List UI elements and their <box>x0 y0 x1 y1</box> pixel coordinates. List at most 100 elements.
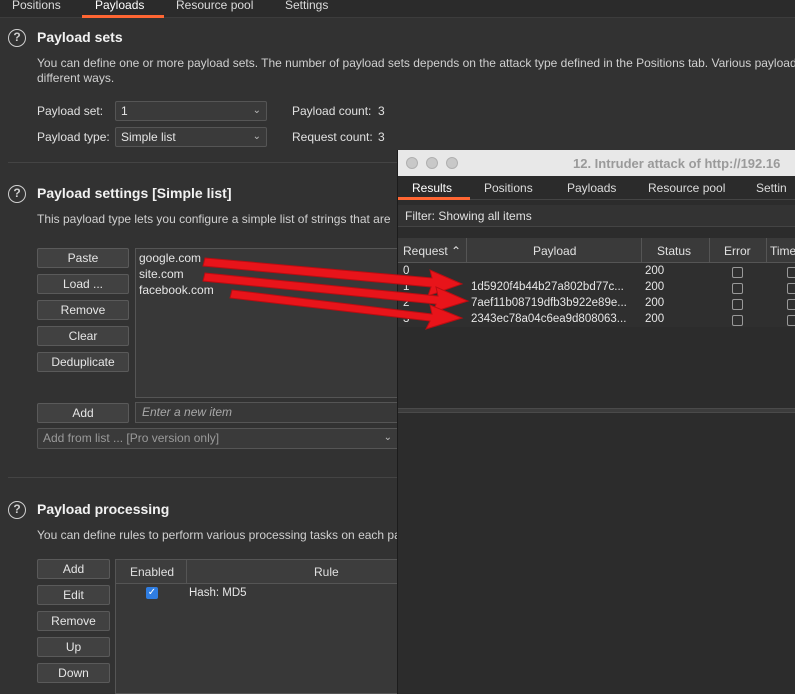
help-icon[interactable]: ? <box>8 29 26 47</box>
status-cell: 200 <box>645 265 665 277</box>
payload-cell: 2343ec78a04c6ea9d808063... <box>471 313 627 325</box>
section-divider <box>8 477 398 478</box>
add-from-list-label: Add from list ... [Pro version only] <box>43 431 220 445</box>
enabled-checkbox[interactable]: ✓ <box>146 587 158 599</box>
payload-set-value: 1 <box>121 104 128 118</box>
payload-cell: 1d5920f4b44b27a802bd77c... <box>471 281 624 293</box>
status-cell: 200 <box>645 297 665 309</box>
column-payload[interactable]: Payload <box>533 244 576 258</box>
attack-tab-bar: Results Positions Payloads Resource pool… <box>398 176 795 200</box>
error-checkbox <box>732 267 743 278</box>
error-checkbox <box>732 283 743 294</box>
payload-settings-description: This payload type lets you configure a s… <box>37 212 391 226</box>
table-row[interactable]: ✓ Hash: MD5 <box>116 585 404 603</box>
payload-sets-description-cont: different ways. <box>37 71 115 85</box>
payload-count-label: Payload count: <box>292 104 372 118</box>
tab-payloads[interactable]: Payloads <box>567 181 616 195</box>
remove-rule-button[interactable]: Remove <box>37 611 110 631</box>
window-title-bar[interactable]: 12. Intruder attack of http://192.16 <box>398 150 795 176</box>
column-enabled[interactable]: Enabled <box>130 565 174 579</box>
window-title: 12. Intruder attack of http://192.16 <box>573 156 781 171</box>
payload-count-value: 3 <box>378 104 385 118</box>
edit-rule-button[interactable]: Edit <box>37 585 110 605</box>
request-count-value: 3 <box>378 130 385 144</box>
filter-bar[interactable]: Filter: Showing all items <box>398 205 795 227</box>
new-item-placeholder: Enter a new item <box>142 405 233 419</box>
active-tab-indicator <box>398 197 470 200</box>
split-pane-divider[interactable] <box>398 408 795 413</box>
tab-results[interactable]: Results <box>412 181 452 195</box>
error-checkbox <box>732 315 743 326</box>
list-item[interactable]: facebook.com <box>139 283 214 297</box>
payload-cell: 7aef11b08719dfb3b922e89e... <box>471 297 627 309</box>
payload-sets-title: Payload sets <box>37 29 123 45</box>
results-table-body: 0 200 1 1d5920f4b44b27a802bd77c... 200 2… <box>398 263 795 327</box>
sort-asc-icon: ⌃ <box>451 244 462 258</box>
load-button[interactable]: Load ... <box>37 274 129 294</box>
table-row[interactable]: 0 200 <box>398 264 795 280</box>
deduplicate-button[interactable]: Deduplicate <box>37 352 129 372</box>
request-cell: 1 <box>403 281 410 293</box>
chevron-down-icon: ⌄ <box>383 432 392 443</box>
clear-button[interactable]: Clear <box>37 326 129 346</box>
add-item-button[interactable]: Add <box>37 403 129 423</box>
time-checkbox <box>787 299 795 310</box>
table-row[interactable]: 3 2343ec78a04c6ea9d808063... 200 <box>398 312 795 328</box>
maximize-window-button[interactable] <box>446 157 458 169</box>
active-tab-indicator <box>82 15 164 18</box>
request-count-label: Request count: <box>292 130 373 144</box>
payload-type-value: Simple list <box>121 130 176 144</box>
tab-settings[interactable]: Settin <box>756 181 787 195</box>
tab-positions[interactable]: Positions <box>484 181 533 195</box>
down-button[interactable]: Down <box>37 663 110 683</box>
close-window-button[interactable] <box>406 157 418 169</box>
payload-set-select[interactable]: 1 ⌄ <box>115 101 267 121</box>
payload-type-label: Payload type: <box>37 130 110 144</box>
paste-button[interactable]: Paste <box>37 248 129 268</box>
payload-sets-description: You can define one or more payload sets.… <box>37 56 795 70</box>
status-cell: 200 <box>645 281 665 293</box>
tab-payloads[interactable]: Payloads <box>95 0 144 16</box>
column-request[interactable]: Request ⌃ <box>403 244 461 258</box>
add-rule-button[interactable]: Add <box>37 559 110 579</box>
tab-positions[interactable]: Positions <box>12 0 61 16</box>
request-cell: 2 <box>403 297 410 309</box>
tab-settings[interactable]: Settings <box>285 0 328 16</box>
time-checkbox <box>787 315 795 326</box>
column-time[interactable]: Time <box>770 244 795 258</box>
payload-settings-title: Payload settings [Simple list] <box>37 185 232 201</box>
remove-button[interactable]: Remove <box>37 300 129 320</box>
table-row[interactable]: 2 7aef11b08719dfb3b922e89e... 200 <box>398 296 795 312</box>
table-row[interactable]: 1 1d5920f4b44b27a802bd77c... 200 <box>398 280 795 296</box>
main-tab-bar: Positions Payloads Resource pool Setting… <box>0 0 795 18</box>
list-item[interactable]: site.com <box>139 267 184 281</box>
new-item-input[interactable]: Enter a new item <box>135 402 400 423</box>
payload-set-label: Payload set: <box>37 104 104 118</box>
results-table-header: Request ⌃ Payload Status Error Time <box>398 238 795 263</box>
payload-list[interactable]: google.com site.com facebook.com <box>135 248 400 398</box>
column-rule[interactable]: Rule <box>314 565 339 579</box>
intruder-attack-window: 12. Intruder attack of http://192.16 Res… <box>397 150 795 694</box>
help-icon[interactable]: ? <box>8 185 26 203</box>
add-from-list-select[interactable]: Add from list ... [Pro version only] ⌄ <box>37 428 399 449</box>
tab-resource-pool[interactable]: Resource pool <box>648 181 725 195</box>
column-error[interactable]: Error <box>724 244 751 258</box>
help-icon[interactable]: ? <box>8 501 26 519</box>
tab-resource-pool[interactable]: Resource pool <box>176 0 253 16</box>
up-button[interactable]: Up <box>37 637 110 657</box>
processing-rules-table: Enabled Rule ✓ Hash: MD5 <box>115 559 405 694</box>
filter-text: Filter: Showing all items <box>405 209 532 223</box>
chevron-down-icon: ⌄ <box>252 105 261 116</box>
status-cell: 200 <box>645 313 665 325</box>
column-status[interactable]: Status <box>657 244 691 258</box>
list-item[interactable]: google.com <box>139 251 201 265</box>
chevron-down-icon: ⌄ <box>252 131 261 142</box>
section-divider <box>8 162 398 163</box>
payload-processing-title: Payload processing <box>37 501 170 517</box>
minimize-window-button[interactable] <box>426 157 438 169</box>
rule-cell: Hash: MD5 <box>189 587 247 599</box>
time-checkbox <box>787 283 795 294</box>
table-header: Enabled Rule <box>116 560 404 584</box>
error-checkbox <box>732 299 743 310</box>
payload-type-select[interactable]: Simple list ⌄ <box>115 127 267 147</box>
